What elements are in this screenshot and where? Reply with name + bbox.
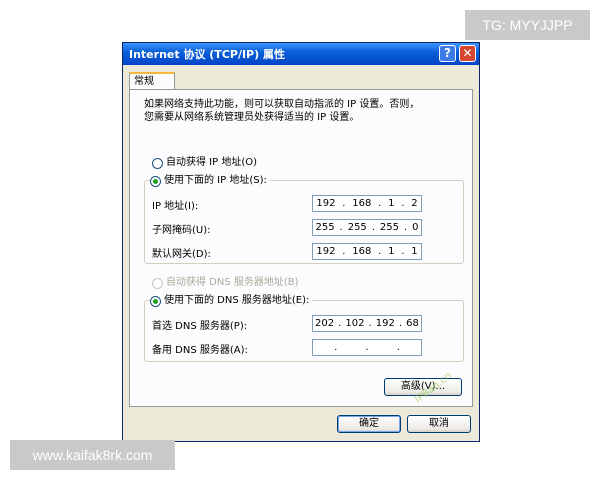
ip-address-input[interactable]: 192. 168. 1. 2 — [312, 195, 422, 212]
gateway-octet-4: 1 — [411, 246, 418, 257]
tcpip-properties-dialog: Internet 协议 (TCP/IP) 属性 ? ✕ 常规 如果网络支持此功能… — [122, 42, 480, 442]
description-text: 如果网络支持此功能，则可以获取自动指派的 IP 设置。否则， 您需要从网络系统管… — [144, 98, 464, 124]
help-button[interactable]: ? — [439, 45, 456, 62]
pdns-octet-4: 68 — [406, 318, 419, 329]
octet-separator: . — [401, 198, 405, 209]
pdns-octet-1: 202 — [315, 318, 335, 329]
subnet-octet-3: 255 — [379, 222, 400, 233]
radio-auto-dns[interactable]: 自动获得 DNS 服务器地址(B) — [152, 276, 299, 290]
ip-octet-1: 192 — [316, 198, 336, 209]
ip-address-label: IP 地址(I): — [152, 201, 199, 212]
radio-manual-ip-indicator[interactable] — [150, 175, 161, 187]
description-line-2: 您需要从网络系统管理员处获得适当的 IP 设置。 — [144, 112, 360, 123]
radio-auto-dns-indicator[interactable] — [152, 277, 163, 289]
help-icon: ? — [444, 46, 451, 60]
cancel-button[interactable]: 取消 — [407, 415, 471, 433]
general-tab-panel: 如果网络支持此功能，则可以获取自动指派的 IP 设置。否则， 您需要从网络系统管… — [129, 89, 473, 407]
ip-octet-4: 2 — [411, 198, 418, 209]
octet-separator: . — [368, 318, 372, 329]
ip-octet-3: 1 — [388, 198, 395, 209]
radio-manual-dns-label: 使用下面的 DNS 服务器地址(E): — [164, 295, 310, 306]
subnet-mask-input[interactable]: 255. 255. 255. 0 — [312, 219, 422, 236]
ip-octet-2: 168 — [352, 198, 372, 209]
tab-general[interactable]: 常规 — [129, 72, 175, 90]
screenshot-canvas: TG: MYYJJPP Internet 协议 (TCP/IP) 属性 ? ✕ … — [0, 0, 600, 480]
alternate-dns-input[interactable]: . . . — [312, 339, 422, 356]
octet-separator: . — [338, 318, 342, 329]
octet-separator: . — [371, 222, 375, 233]
radio-manual-dns-indicator[interactable] — [150, 295, 161, 307]
close-button[interactable]: ✕ — [459, 45, 476, 62]
octet-separator: . — [342, 246, 346, 257]
subnet-mask-label: 子网掩码(U): — [152, 225, 211, 236]
default-gateway-label: 默认网关(D): — [152, 249, 211, 260]
description-line-1: 如果网络支持此功能，则可以获取自动指派的 IP 设置。否则， — [144, 99, 420, 110]
radio-manual-dns[interactable]: 使用下面的 DNS 服务器地址(E): — [150, 294, 313, 308]
gateway-octet-1: 192 — [316, 246, 336, 257]
gateway-octet-2: 168 — [352, 246, 372, 257]
subnet-octet-4: 0 — [412, 222, 419, 233]
octet-separator: . — [401, 246, 405, 257]
pdns-octet-2: 102 — [345, 318, 365, 329]
alternate-dns-label: 备用 DNS 服务器(A): — [152, 345, 248, 356]
radio-manual-ip[interactable]: 使用下面的 IP 地址(S): — [150, 174, 270, 188]
octet-separator: . — [378, 198, 382, 209]
radio-auto-ip-label: 自动获得 IP 地址(O) — [166, 157, 258, 168]
overlay-site: www.kaifak8rk.com — [10, 440, 175, 470]
title-bar[interactable]: Internet 协议 (TCP/IP) 属性 ? ✕ — [123, 43, 479, 65]
subnet-octet-1: 255 — [315, 222, 335, 233]
octet-separator: . — [403, 222, 408, 233]
window-title: Internet 协议 (TCP/IP) 属性 — [129, 48, 285, 61]
octet-separator: . — [396, 342, 400, 353]
octet-separator: . — [342, 198, 346, 209]
preferred-dns-input[interactable]: 202. 102. 192. 68 — [312, 315, 422, 332]
default-gateway-input[interactable]: 192. 168. 1. 1 — [312, 243, 422, 260]
radio-auto-ip[interactable]: 自动获得 IP 地址(O) — [152, 156, 257, 170]
octet-separator: . — [339, 222, 343, 233]
preferred-dns-label: 首选 DNS 服务器(P): — [152, 321, 248, 332]
octet-separator: . — [398, 318, 403, 329]
overlay-tag: TG: MYYJJPP — [465, 10, 590, 40]
subnet-octet-2: 255 — [347, 222, 367, 233]
ok-button[interactable]: 确定 — [337, 415, 401, 433]
pdns-octet-3: 192 — [375, 318, 395, 329]
close-icon: ✕ — [462, 46, 473, 60]
radio-auto-dns-label: 自动获得 DNS 服务器地址(B) — [166, 277, 299, 288]
octet-separator: . — [334, 342, 338, 353]
octet-separator: . — [378, 246, 382, 257]
radio-auto-ip-indicator[interactable] — [152, 157, 163, 169]
octet-separator: . — [365, 342, 369, 353]
radio-manual-ip-label: 使用下面的 IP 地址(S): — [164, 175, 267, 186]
gateway-octet-3: 1 — [388, 246, 395, 257]
